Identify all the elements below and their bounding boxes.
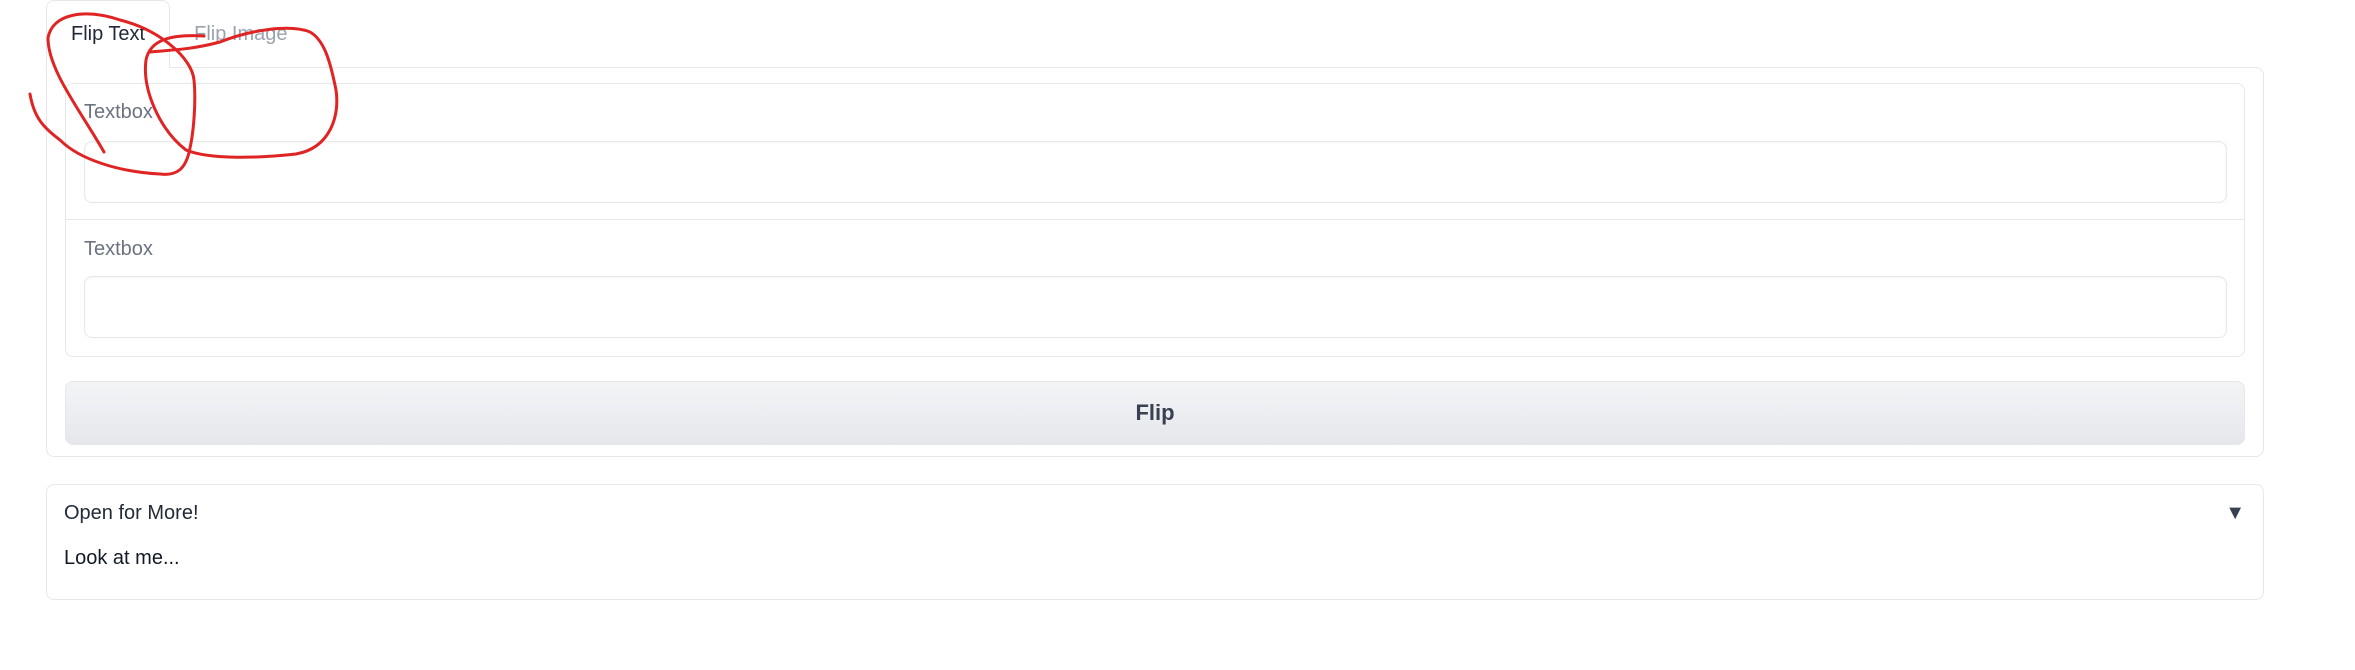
tab-flip-image[interactable]: Flip Image xyxy=(170,0,311,68)
accordion-content: Look at me... xyxy=(64,547,180,569)
flip-button[interactable]: Flip xyxy=(65,381,2245,445)
accordion-header[interactable]: Open for More! ▼ xyxy=(47,485,2263,547)
textbox-group: Textbox Textbox xyxy=(65,83,2245,357)
textbox-output[interactable] xyxy=(84,276,2227,338)
tab-flip-text[interactable]: Flip Text xyxy=(46,0,171,68)
textbox-input-label: Textbox xyxy=(84,101,153,123)
textbox-field-input: Textbox xyxy=(66,84,2244,220)
accordion: Open for More! ▼ Look at me... xyxy=(46,484,2264,600)
tab-bar: Flip Text Flip Image xyxy=(46,0,2286,68)
textbox-output-label: Textbox xyxy=(84,238,153,260)
textbox-field-output: Textbox xyxy=(66,220,2244,356)
textbox-input[interactable] xyxy=(84,141,2227,203)
accordion-title: Open for More! xyxy=(64,502,199,524)
tab-panel-flip-text: Textbox Textbox Flip xyxy=(46,67,2264,457)
triangle-down-icon[interactable]: ▼ xyxy=(2225,502,2245,525)
